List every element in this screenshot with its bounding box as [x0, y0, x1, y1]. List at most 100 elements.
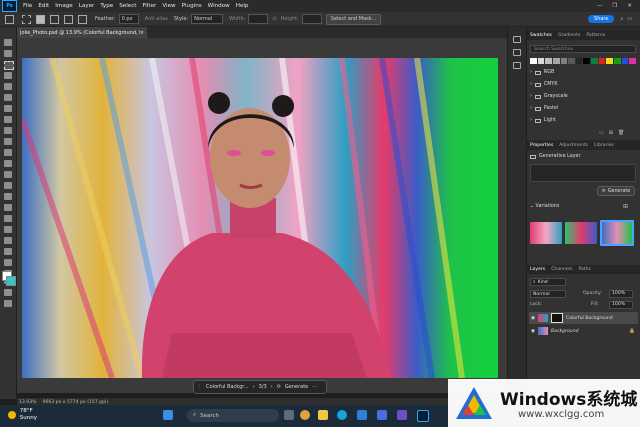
tab-libraries[interactable]: Libraries — [594, 143, 614, 148]
menu-window[interactable]: Window — [205, 3, 233, 9]
layer-row[interactable]: ◉ Background 🔒 — [529, 325, 638, 337]
width-input[interactable] — [248, 14, 269, 24]
opacity-input[interactable]: 100% — [609, 290, 633, 298]
contextual-generate-button[interactable]: Generate — [285, 384, 308, 390]
swatch[interactable] — [552, 58, 560, 64]
document-canvas[interactable] — [22, 58, 498, 378]
artboard-tool-icon[interactable] — [4, 50, 12, 57]
tab-patterns[interactable]: Patterns — [586, 33, 605, 38]
swatch[interactable] — [568, 58, 575, 64]
visibility-eye-icon[interactable]: ◉ — [531, 329, 535, 334]
dodge-tool-icon[interactable] — [4, 204, 12, 211]
generate-button[interactable]: ⟳ Generate — [597, 186, 635, 196]
history-brush-tool-icon[interactable] — [4, 160, 12, 167]
home-icon[interactable] — [5, 14, 14, 24]
swatch[interactable] — [537, 58, 545, 64]
healing-brush-tool-icon[interactable] — [4, 127, 12, 134]
actions-panel-icon[interactable] — [513, 49, 521, 56]
file-explorer-icon[interactable] — [318, 410, 328, 420]
swatch[interactable] — [629, 58, 636, 64]
variation-layer-name[interactable]: Colorful Backgr... — [206, 384, 249, 390]
tab-properties[interactable]: Properties — [530, 143, 553, 148]
marquee-tool-icon[interactable] — [22, 14, 31, 24]
minimize-button[interactable]: — — [597, 3, 603, 9]
workspace-icon[interactable]: ▭ — [627, 16, 632, 22]
layer-row[interactable]: ◉ Colorful Background — [529, 312, 638, 324]
select-and-mask-button[interactable]: Select and Mask... — [325, 13, 382, 25]
tab-adjustments[interactable]: Adjustments — [559, 143, 588, 148]
menu-layer[interactable]: Layer — [76, 3, 98, 9]
document-tab[interactable]: Jolie_Photo.psd @ 13.9% (Colorful Backgr… — [17, 27, 147, 38]
menu-select[interactable]: Select — [116, 3, 139, 9]
swatch-folder-pastel[interactable]: › Pastel — [530, 106, 558, 111]
swatch[interactable] — [598, 58, 606, 64]
brush-tool-icon[interactable] — [4, 138, 12, 145]
grid-view-icon[interactable]: ⊞ — [623, 203, 628, 210]
tab-paths[interactable]: Paths — [578, 267, 591, 272]
task-view-icon[interactable] — [284, 410, 294, 420]
edge-icon[interactable] — [337, 410, 347, 420]
taskbar-search[interactable]: ⌕ Search — [187, 409, 279, 422]
lasso-tool-icon[interactable] — [4, 72, 12, 79]
swatch[interactable] — [583, 58, 591, 64]
path-select-tool-icon[interactable] — [4, 237, 12, 244]
blur-tool-icon[interactable] — [4, 193, 12, 200]
photoshop-taskbar-icon[interactable] — [417, 410, 429, 422]
swatch[interactable] — [614, 58, 621, 64]
swatch[interactable] — [575, 58, 583, 64]
pen-tool-icon[interactable] — [4, 215, 12, 222]
marquee-tool-icon[interactable] — [4, 61, 14, 70]
app-icon[interactable] — [377, 410, 387, 420]
chrome-icon[interactable] — [300, 410, 310, 420]
style-select[interactable]: Normal — [191, 14, 224, 24]
feather-input[interactable]: 0 px — [118, 14, 139, 24]
fill-input[interactable]: 100% — [609, 301, 633, 309]
add-selection-icon[interactable] — [50, 14, 59, 24]
menu-plugins[interactable]: Plugins — [179, 3, 205, 9]
maximize-button[interactable]: ❐ — [612, 3, 617, 9]
new-selection-icon[interactable] — [36, 14, 45, 24]
tab-gradients[interactable]: Gradients — [558, 33, 580, 38]
menu-help[interactable]: Help — [233, 3, 252, 9]
eraser-tool-icon[interactable] — [4, 171, 12, 178]
hand-tool-icon[interactable] — [4, 259, 12, 266]
intersect-selection-icon[interactable] — [78, 14, 87, 24]
previous-icon[interactable]: ‹ — [253, 384, 255, 390]
close-window-button[interactable]: ✕ — [627, 3, 632, 9]
screen-mode-icon[interactable] — [4, 300, 12, 307]
store-icon[interactable] — [357, 410, 367, 420]
drag-handle-icon[interactable]: ⋮ — [197, 384, 202, 390]
swatch-folder-rgb[interactable]: › RGB — [530, 70, 554, 75]
menu-edit[interactable]: Edit — [35, 3, 52, 9]
new-group-icon[interactable]: ▭ — [599, 130, 604, 136]
swatch-folder-cmyk[interactable]: › CMYK — [530, 82, 558, 87]
variation-thumbnail-3[interactable] — [600, 220, 634, 246]
next-icon[interactable]: › — [271, 384, 273, 390]
eyedropper-tool-icon[interactable] — [4, 116, 12, 123]
subtract-selection-icon[interactable] — [64, 14, 73, 24]
menu-view[interactable]: View — [159, 3, 178, 9]
close-tab-icon[interactable]: × — [140, 30, 144, 36]
antialias-checkbox[interactable]: Anti-alias — [145, 16, 168, 22]
swatch[interactable] — [606, 58, 614, 64]
crop-tool-icon[interactable] — [4, 94, 12, 101]
quick-mask-icon[interactable] — [4, 289, 12, 296]
swatch[interactable] — [621, 58, 629, 64]
tab-channels[interactable]: Channels — [551, 267, 572, 272]
swatch[interactable] — [530, 58, 537, 64]
move-tool-icon[interactable] — [4, 39, 12, 46]
gradient-tool-icon[interactable] — [4, 182, 12, 189]
history-panel-icon[interactable] — [513, 36, 521, 43]
search-swatches-input[interactable]: Search Swatches — [530, 45, 636, 53]
filter-kind-select[interactable]: ⌕ Kind — [530, 278, 566, 286]
menu-type[interactable]: Type — [97, 3, 116, 9]
swatch[interactable] — [545, 58, 552, 64]
swap-icon[interactable]: ⇄ — [272, 16, 276, 22]
rectangle-tool-icon[interactable] — [4, 248, 12, 255]
swatch-folder-grayscale[interactable]: › Grayscale — [530, 94, 568, 99]
weather-widget[interactable]: 78°F Sunny — [8, 408, 37, 422]
tab-layers[interactable]: Layers — [530, 267, 545, 272]
menu-image[interactable]: Image — [52, 3, 76, 9]
visibility-eye-icon[interactable]: ◉ — [531, 316, 535, 321]
prompt-input[interactable] — [530, 164, 636, 182]
